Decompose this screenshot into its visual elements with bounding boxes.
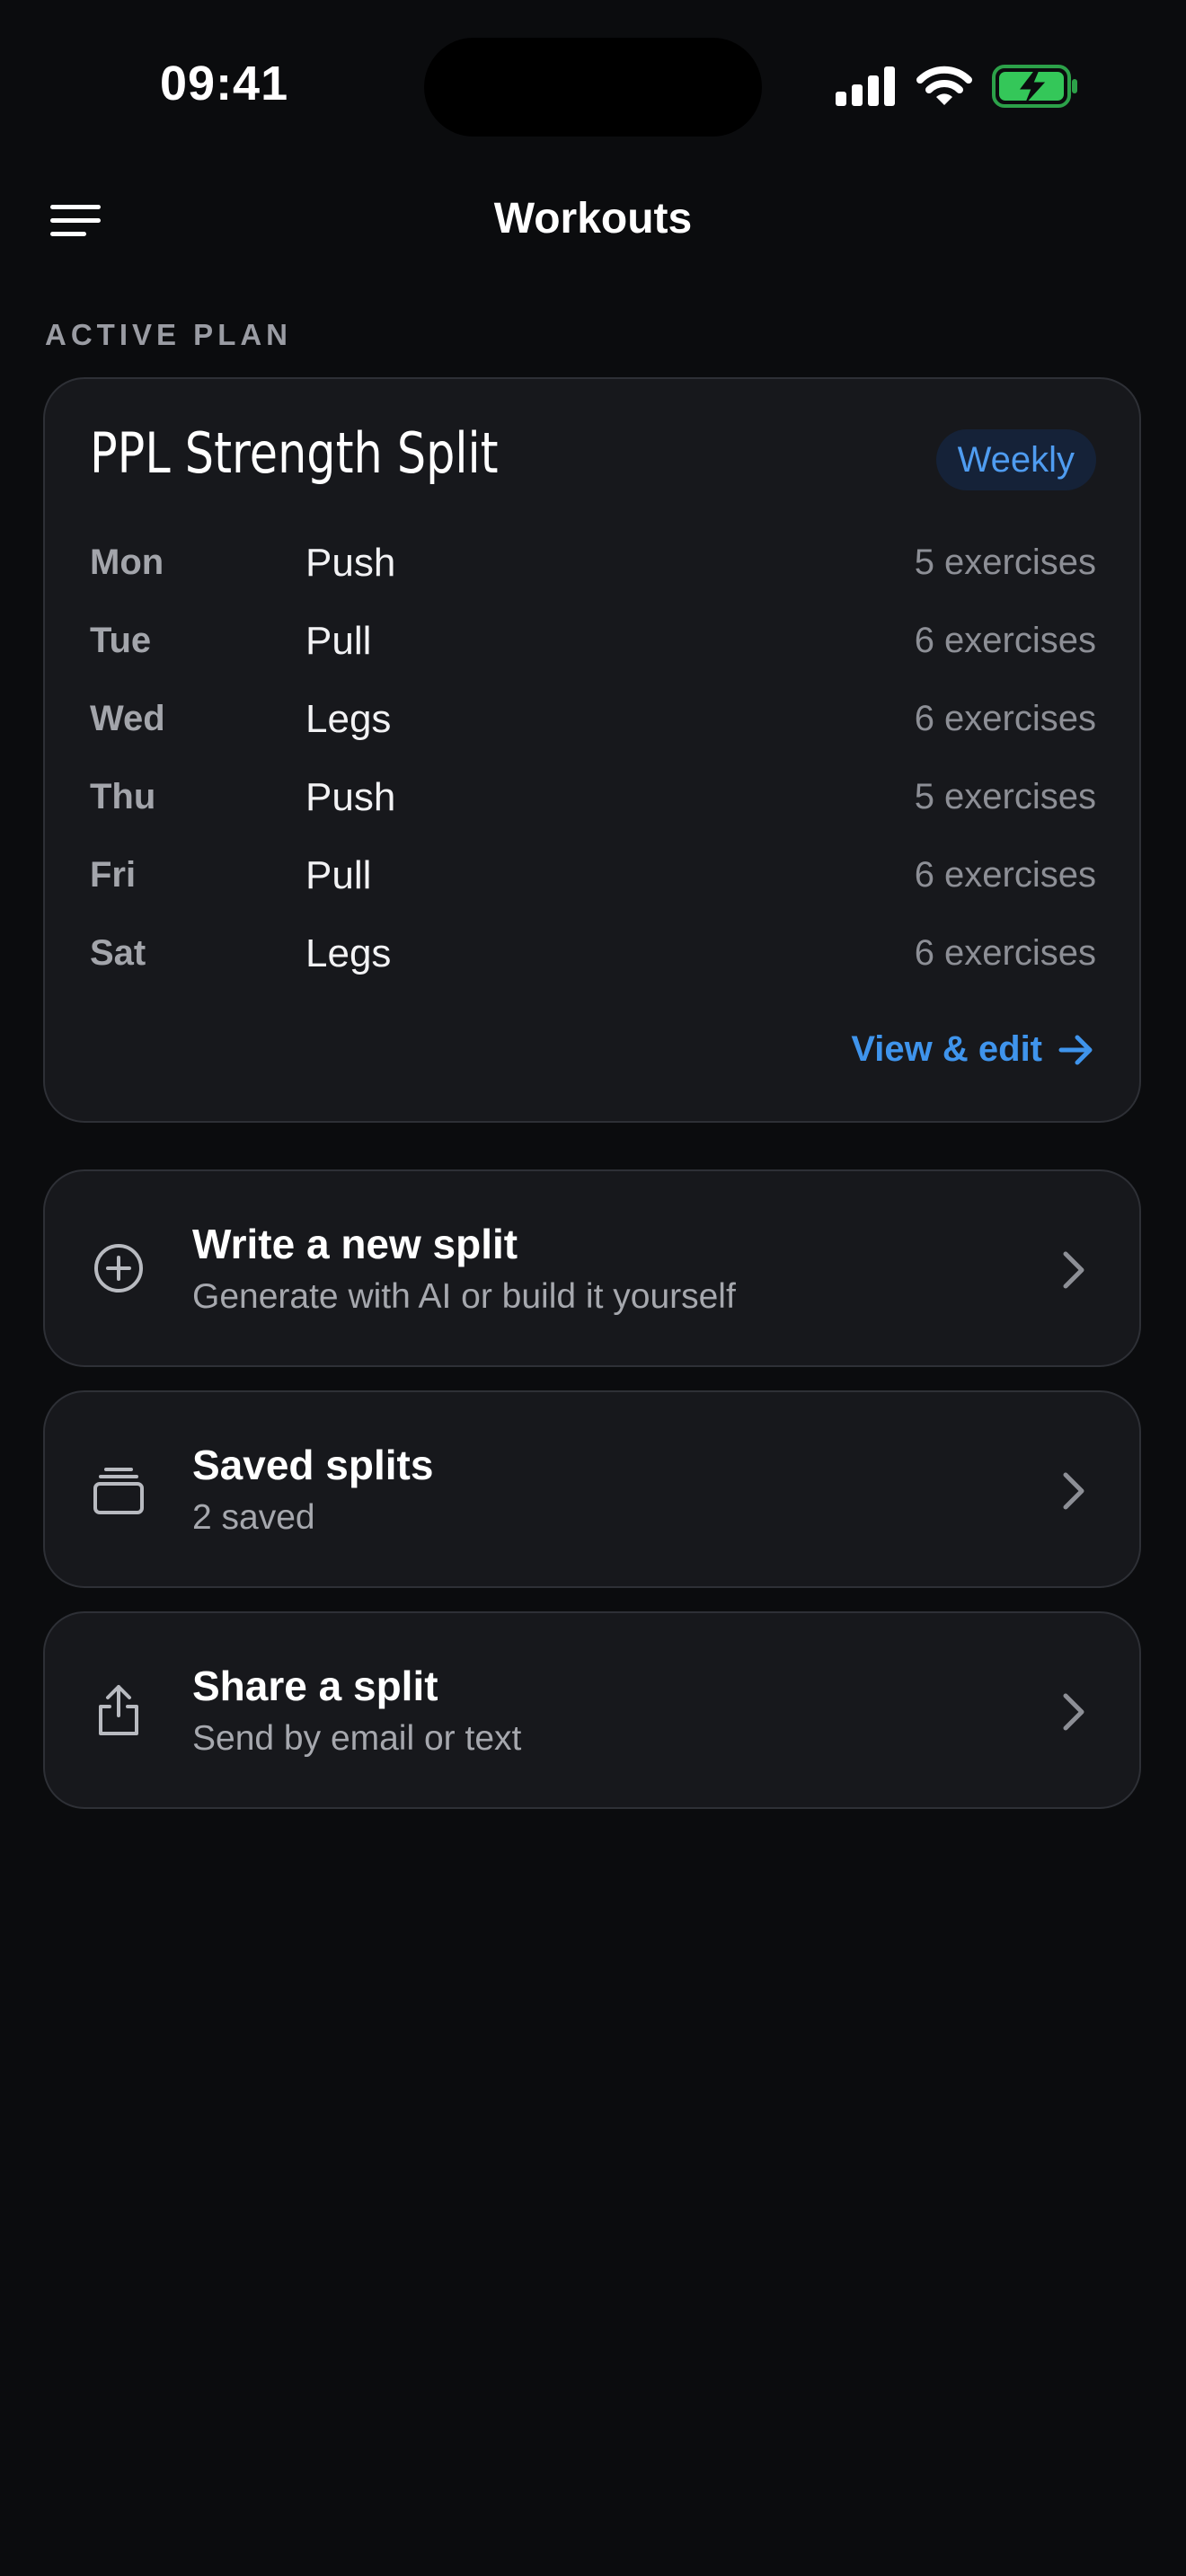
action-title: Share a split — [192, 1663, 438, 1709]
schedule-day: Fri — [90, 855, 137, 895]
status-icons — [836, 61, 1078, 111]
schedule-workout: Legs — [305, 931, 392, 975]
exercise-count: 6 exercises — [914, 855, 1096, 895]
active-plan-card[interactable]: PPL Strength Split Weekly Mon Push 5 exe… — [43, 377, 1141, 1123]
section-label-active-plan: ACTIVE PLAN — [45, 318, 293, 351]
exercise-count: 6 exercises — [914, 621, 1096, 660]
schedule-row: Sat Legs 6 exercises — [90, 926, 1096, 1004]
schedule-row: Thu Push 5 exercises — [90, 770, 1096, 848]
write-new-split-button[interactable]: Write a new split Generate with AI or bu… — [43, 1169, 1141, 1367]
schedule-row: Fri Pull 6 exercises — [90, 848, 1096, 926]
schedule-day: Sat — [90, 933, 146, 973]
action-subtitle: Generate with AI or build it yourself — [192, 1277, 736, 1316]
view-edit-link[interactable]: View & edit — [851, 1029, 1094, 1070]
share-split-button[interactable]: Share a split Send by email or text — [43, 1611, 1141, 1809]
dynamic-island — [424, 38, 762, 137]
schedule-row: Tue Pull 6 exercises — [90, 613, 1096, 692]
cellular-signal-icon — [836, 66, 895, 106]
chevron-right-icon — [1063, 1251, 1084, 1289]
exercise-count: 6 exercises — [914, 699, 1096, 738]
schedule-workout: Push — [305, 775, 396, 819]
view-edit-label: View & edit — [851, 1029, 1042, 1069]
plan-title: PPL Strength Split — [90, 420, 499, 486]
action-subtitle: Send by email or text — [192, 1719, 522, 1758]
action-title: Saved splits — [192, 1442, 434, 1488]
page-title: Workouts — [493, 195, 693, 243]
nav-bar: Workouts — [0, 171, 1186, 269]
plus-circle-icon — [94, 1244, 143, 1292]
arrow-right-icon — [1058, 1035, 1093, 1064]
schedule-workout: Legs — [305, 697, 392, 741]
exercise-count: 5 exercises — [914, 543, 1096, 582]
chevron-right-icon — [1063, 1693, 1084, 1731]
plan-schedule: Mon Push 5 exercises Tue Pull 6 exercise… — [90, 535, 1096, 1004]
frequency-badge: Weekly — [935, 429, 1096, 490]
stack-icon — [93, 1468, 144, 1514]
schedule-day: Mon — [90, 543, 164, 582]
schedule-day: Thu — [90, 777, 156, 816]
wifi-icon — [916, 66, 972, 105]
share-icon — [99, 1685, 138, 1735]
schedule-row: Wed Legs 6 exercises — [90, 692, 1096, 770]
status-time: 09:41 — [160, 57, 289, 110]
exercise-count: 5 exercises — [914, 777, 1096, 816]
schedule-workout: Pull — [305, 619, 372, 663]
action-title: Write a new split — [192, 1221, 518, 1267]
schedule-workout: Push — [305, 541, 396, 585]
schedule-day: Wed — [90, 699, 165, 738]
saved-splits-button[interactable]: Saved splits 2 saved — [43, 1390, 1141, 1588]
status-bar: 09:41 — [0, 0, 1186, 153]
schedule-workout: Pull — [305, 853, 372, 897]
schedule-row: Mon Push 5 exercises — [90, 535, 1096, 613]
chevron-right-icon — [1063, 1472, 1084, 1510]
exercise-count: 6 exercises — [914, 933, 1096, 973]
schedule-day: Tue — [90, 621, 152, 660]
battery-charging-icon — [992, 65, 1077, 108]
action-subtitle: 2 saved — [192, 1498, 315, 1537]
